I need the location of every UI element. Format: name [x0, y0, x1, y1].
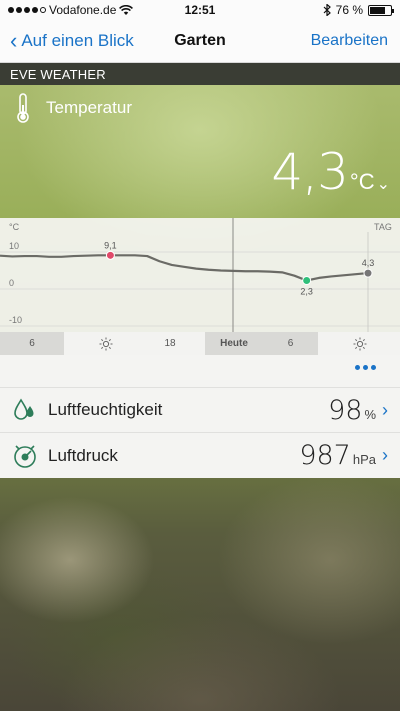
status-bar: Vodafone.de 12:51 76 %	[0, 0, 400, 20]
marker-point-1	[302, 275, 312, 285]
battery-fill	[370, 6, 386, 14]
humidity-icon	[14, 398, 34, 420]
temperature-chart[interactable]: 10 0 -10 °C TAG 9,1 2,3 4,3	[0, 218, 400, 332]
humidity-label: Luftfeuchtigkeit	[48, 400, 163, 419]
time-axis: 6 18 Heute 6	[0, 332, 400, 355]
temperature-unit: °C	[349, 169, 375, 194]
y-tick-label-0: 10	[9, 241, 19, 251]
pressure-icon	[14, 444, 36, 468]
carrier-name: Vodafone.de	[49, 3, 117, 17]
chevron-right-icon: ›	[382, 445, 388, 465]
temperature-value: 4,3	[271, 143, 349, 201]
temperature-value-row[interactable]: 4,3 °C ⌄	[271, 143, 390, 201]
y-unit-label: °C	[9, 222, 20, 232]
pressure-unit: hPa	[352, 452, 376, 467]
humidity-unit: %	[364, 406, 376, 422]
back-label: Auf einen Blick	[21, 31, 134, 50]
marker-label-2: 4,3	[362, 258, 375, 268]
section-title: EVE WEATHER	[10, 66, 106, 82]
chevron-down-icon: ⌄	[376, 176, 390, 193]
status-left: Vodafone.de	[8, 3, 158, 17]
page-title: Garten	[174, 32, 226, 49]
edit-button[interactable]: Bearbeiten	[240, 32, 400, 50]
more-row	[0, 355, 400, 388]
chevron-left-icon: ‹	[10, 28, 18, 53]
status-time: 12:51	[184, 3, 216, 17]
time-label-today: Heute	[205, 332, 263, 355]
chart-svg: 10 0 -10 °C TAG 9,1 2,3 4,3	[0, 218, 400, 332]
status-right: 76 %	[242, 3, 394, 17]
marker-label-0: 9,1	[104, 240, 117, 250]
sun-icon	[92, 332, 120, 355]
more-options-button[interactable]	[355, 365, 376, 370]
pressure-label: Luftdruck	[48, 445, 118, 465]
pressure-row[interactable]: Luftdruck 987 hPa ›	[0, 433, 400, 478]
y-tick-label-1: 0	[9, 278, 14, 288]
chevron-right-icon: ›	[382, 399, 388, 420]
battery-icon	[368, 4, 394, 16]
pressure-value: 987	[299, 440, 351, 471]
wifi-icon	[119, 4, 134, 15]
thermometer-icon	[17, 93, 29, 123]
range-label: TAG	[374, 222, 392, 232]
back-button[interactable]: ‹ Auf einen Blick	[0, 30, 160, 52]
time-label-3: 6	[263, 332, 318, 355]
temperature-card[interactable]: Temperatur 4,3 °C ⌄	[0, 85, 400, 218]
temperature-label: Temperatur	[46, 98, 132, 117]
bluetooth-icon	[323, 4, 331, 16]
time-label-2: 18	[164, 338, 176, 349]
signal-icon	[8, 7, 46, 13]
temperature-label-row: Temperatur	[14, 93, 132, 123]
humidity-row[interactable]: Luftfeuchtigkeit 98 % ›	[0, 388, 400, 433]
marker-point-2	[363, 268, 373, 278]
temperature-series-line	[0, 254, 369, 282]
nav-bar: ‹ Auf einen Blick Garten Bearbeiten	[0, 20, 400, 63]
sun-icon	[346, 332, 374, 355]
humidity-value: 98	[328, 394, 363, 426]
marker-point-0	[105, 250, 115, 260]
section-header: EVE WEATHER	[0, 63, 400, 85]
y-tick-label-2: -10	[9, 315, 22, 325]
marker-label-1: 2,3	[300, 286, 313, 296]
time-label-1: 6	[0, 332, 64, 355]
battery-percent: 76 %	[335, 3, 363, 17]
